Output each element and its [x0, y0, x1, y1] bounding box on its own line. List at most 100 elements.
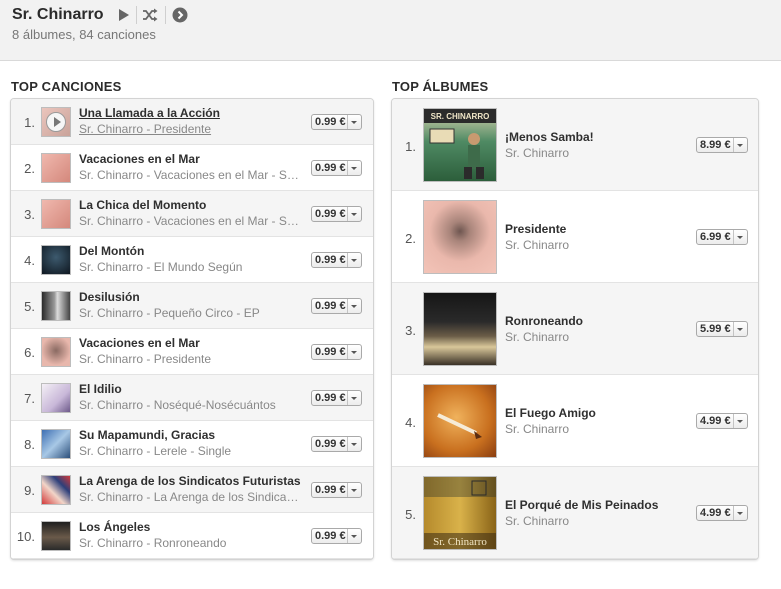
chevron-down-icon[interactable] — [347, 299, 361, 313]
album-cover-graphic: SR. CHINARRO — [424, 109, 496, 179]
song-row[interactable]: 6. Vacaciones en el Mar Sr. Chinarro - P… — [11, 329, 373, 375]
price-label: 4.99 € — [700, 415, 731, 427]
chevron-down-icon[interactable] — [733, 230, 747, 244]
price-button[interactable]: 0.99 € — [311, 252, 362, 268]
price-button[interactable]: 0.99 € — [311, 528, 362, 544]
song-title[interactable]: Del Montón — [79, 244, 301, 258]
song-row[interactable]: 9. La Arenga de los Sindicatos Futurista… — [11, 467, 373, 513]
price-button[interactable]: 8.99 € — [696, 137, 748, 153]
chevron-down-icon[interactable] — [347, 253, 361, 267]
chevron-down-icon[interactable] — [347, 529, 361, 543]
shuffle-icon[interactable] — [142, 7, 158, 23]
top-songs-title: TOP CANCIONES — [11, 79, 122, 94]
album-title[interactable]: El Porqué de Mis Peinados — [505, 498, 685, 512]
price-button[interactable]: 5.99 € — [696, 321, 748, 337]
album-artist[interactable]: Sr. Chinarro — [505, 422, 685, 436]
song-rank: 1. — [24, 115, 35, 130]
song-title[interactable]: Su Mapamundi, Gracias — [79, 428, 301, 442]
chevron-down-icon[interactable] — [347, 437, 361, 451]
song-title[interactable]: Desilusión — [79, 290, 301, 304]
price-button[interactable]: 0.99 € — [311, 344, 362, 360]
song-title[interactable]: El Idilio — [79, 382, 301, 396]
song-artist-album[interactable]: Sr. Chinarro - La Arenga de los Sindicat… — [79, 490, 301, 504]
price-button[interactable]: 4.99 € — [696, 413, 748, 429]
song-artist-album[interactable]: Sr. Chinarro - Vacaciones en el Mar - Si… — [79, 168, 301, 182]
album-rank: 5. — [405, 507, 416, 522]
chevron-down-icon[interactable] — [347, 391, 361, 405]
song-title[interactable]: Una Llamada a la Acción — [79, 106, 301, 120]
song-artist-album[interactable]: Sr. Chinarro - Vacaciones en el Mar - Si… — [79, 214, 301, 228]
price-label: 0.99 € — [315, 530, 346, 542]
price-label: 5.99 € — [700, 323, 731, 335]
album-artwork[interactable]: SR. CHINARRO — [423, 108, 497, 182]
album-artwork[interactable] — [423, 384, 497, 458]
album-title[interactable]: Presidente — [505, 222, 685, 236]
song-title[interactable]: Vacaciones en el Mar — [79, 336, 301, 350]
song-title[interactable]: La Chica del Momento — [79, 198, 301, 212]
price-button[interactable]: 0.99 € — [311, 160, 362, 176]
song-row[interactable]: 2. Vacaciones en el Mar Sr. Chinarro - V… — [11, 145, 373, 191]
album-title[interactable]: ¡Menos Samba! — [505, 130, 685, 144]
album-cover-graphic: Sr. Chinarro — [424, 477, 496, 549]
song-row[interactable]: 3. La Chica del Momento Sr. Chinarro - V… — [11, 191, 373, 237]
song-title[interactable]: Los Ángeles — [79, 520, 301, 534]
album-row[interactable]: 1. SR. CHINARRO ¡Menos Samba! Sr. Chinar… — [392, 99, 758, 191]
song-artist-album[interactable]: Sr. Chinarro - Noséqué-Nosécuántos — [79, 398, 301, 412]
song-row[interactable]: 10. Los Ángeles Sr. Chinarro - Ronronean… — [11, 513, 373, 559]
song-artist-album[interactable]: Sr. Chinarro - Presidente — [79, 352, 301, 366]
price-button[interactable]: 0.99 € — [311, 390, 362, 406]
album-artwork[interactable] — [423, 292, 497, 366]
price-label: 0.99 € — [315, 346, 346, 358]
chevron-down-icon[interactable] — [347, 161, 361, 175]
chevron-down-icon[interactable] — [733, 322, 747, 336]
play-preview-icon[interactable] — [46, 112, 66, 132]
album-title[interactable]: Ronroneando — [505, 314, 685, 328]
chevron-down-icon[interactable] — [733, 414, 747, 428]
album-artist[interactable]: Sr. Chinarro — [505, 146, 685, 160]
song-title[interactable]: La Arenga de los Sindicatos Futuristas — [79, 474, 301, 488]
album-row[interactable]: 4. El Fuego Amigo Sr. Chinarro 4.99 € — [392, 375, 758, 467]
album-cover-text: Sr. Chinarro — [433, 536, 487, 548]
album-artwork[interactable] — [423, 200, 497, 274]
price-button[interactable]: 4.99 € — [696, 505, 748, 521]
album-artist[interactable]: Sr. Chinarro — [505, 514, 685, 528]
album-row[interactable]: 3. Ronroneando Sr. Chinarro 5.99 € — [392, 283, 758, 375]
chevron-down-icon[interactable] — [347, 483, 361, 497]
album-artwork[interactable]: Sr. Chinarro — [423, 476, 497, 550]
chevron-down-icon[interactable] — [733, 138, 747, 152]
artist-stats: 8 álbumes, 84 canciones — [12, 27, 156, 42]
song-artist-album[interactable]: Sr. Chinarro - Presidente — [79, 122, 301, 136]
play-icon[interactable] — [116, 7, 132, 23]
album-cover-graphic — [437, 413, 482, 439]
album-row[interactable]: 5. Sr. Chinarro El Porqué de Mis Peinado… — [392, 467, 758, 559]
price-label: 0.99 € — [315, 116, 346, 128]
song-row[interactable]: 8. Su Mapamundi, Gracias Sr. Chinarro - … — [11, 421, 373, 467]
chevron-down-icon[interactable] — [347, 345, 361, 359]
album-artist[interactable]: Sr. Chinarro — [505, 238, 685, 252]
price-button[interactable]: 0.99 € — [311, 482, 362, 498]
song-artist-album[interactable]: Sr. Chinarro - Lerele - Single — [79, 444, 301, 458]
chevron-down-icon[interactable] — [347, 207, 361, 221]
chevron-down-icon[interactable] — [733, 506, 747, 520]
price-button[interactable]: 0.99 € — [311, 298, 362, 314]
price-button[interactable]: 0.99 € — [311, 206, 362, 222]
song-row[interactable]: 1. Una Llamada a la Acción Sr. Chinarro … — [11, 99, 373, 145]
album-title[interactable]: El Fuego Amigo — [505, 406, 685, 420]
price-button[interactable]: 0.99 € — [311, 114, 362, 130]
song-artist-album[interactable]: Sr. Chinarro - Ronroneando — [79, 536, 301, 550]
song-artist-album[interactable]: Sr. Chinarro - El Mundo Según — [79, 260, 301, 274]
top-albums-list: 1. SR. CHINARRO ¡Menos Samba! Sr. Chinar… — [391, 98, 759, 560]
price-button[interactable]: 6.99 € — [696, 229, 748, 245]
song-rank: 3. — [24, 207, 35, 222]
song-row[interactable]: 7. El Idilio Sr. Chinarro - Noséqué-Nosé… — [11, 375, 373, 421]
album-artist[interactable]: Sr. Chinarro — [505, 330, 685, 344]
chevron-down-icon[interactable] — [347, 115, 361, 129]
song-title[interactable]: Vacaciones en el Mar — [79, 152, 301, 166]
song-artist-album[interactable]: Sr. Chinarro - Pequeño Circo - EP — [79, 306, 301, 320]
more-arrow-icon[interactable] — [172, 7, 188, 23]
song-row[interactable]: 5. Desilusión Sr. Chinarro - Pequeño Cir… — [11, 283, 373, 329]
song-rank: 7. — [24, 391, 35, 406]
album-row[interactable]: 2. Presidente Sr. Chinarro 6.99 € — [392, 191, 758, 283]
song-row[interactable]: 4. Del Montón Sr. Chinarro - El Mundo Se… — [11, 237, 373, 283]
price-button[interactable]: 0.99 € — [311, 436, 362, 452]
